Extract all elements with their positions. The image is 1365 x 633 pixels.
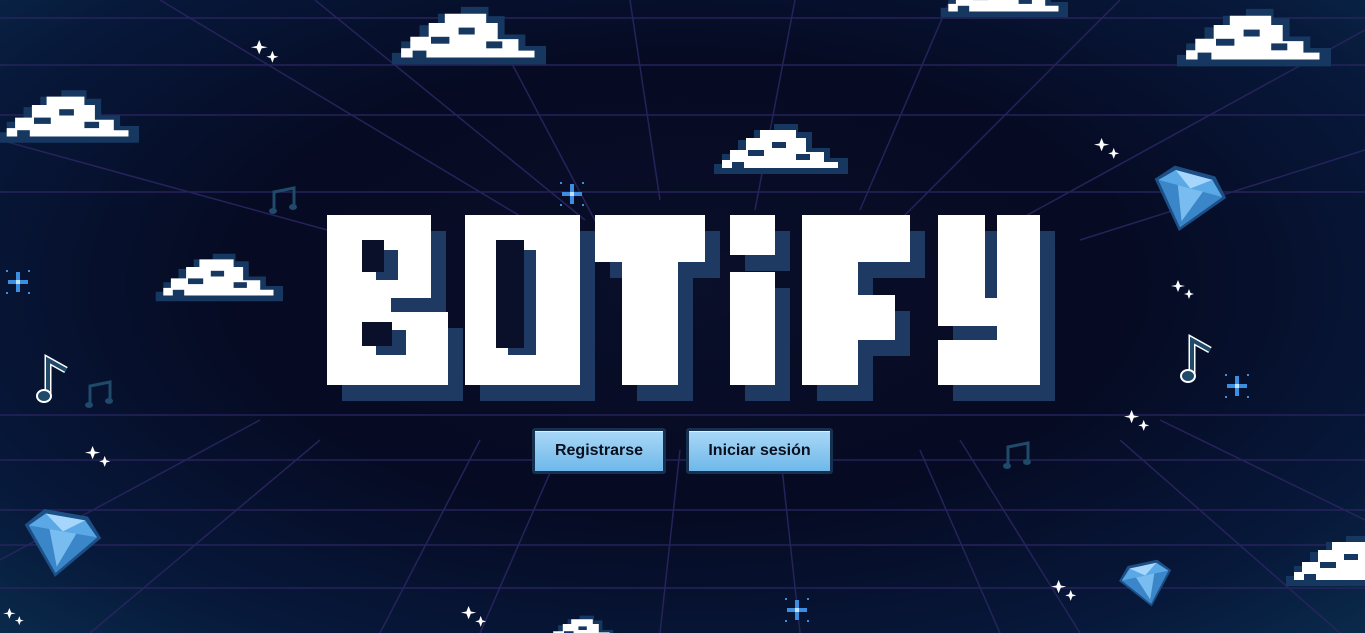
sparkle-icon (1050, 580, 1077, 601)
sparkle-icon (460, 606, 487, 627)
register-button[interactable]: Registrarse (532, 428, 666, 474)
sparkle-icon (250, 40, 279, 63)
blue-star-icon (6, 270, 30, 294)
diamond-icon (1143, 161, 1231, 241)
cloud (940, 0, 1068, 18)
sparkle-icon (1093, 138, 1120, 159)
music-note-icon (1001, 441, 1033, 471)
login-button[interactable]: Iniciar sesión (686, 428, 833, 474)
cloud (391, 6, 546, 65)
background-scene (0, 0, 1365, 633)
cloud (0, 90, 139, 143)
sparkle-icon (1123, 410, 1150, 431)
cloud (155, 253, 283, 302)
music-note-icon (1181, 340, 1210, 382)
sparkle-icon (1171, 280, 1194, 299)
cloud (714, 124, 848, 174)
music-note-icon (83, 380, 115, 410)
music-note-icon (37, 360, 66, 402)
blue-star-icon (785, 598, 809, 622)
app-logo (327, 215, 1055, 401)
diamond-icon (1116, 557, 1178, 613)
sparkle-icon (3, 608, 24, 626)
sparkle-icon (84, 446, 111, 467)
blue-star-icon (1225, 374, 1249, 398)
cloud (543, 615, 624, 633)
cloud (1286, 536, 1365, 586)
